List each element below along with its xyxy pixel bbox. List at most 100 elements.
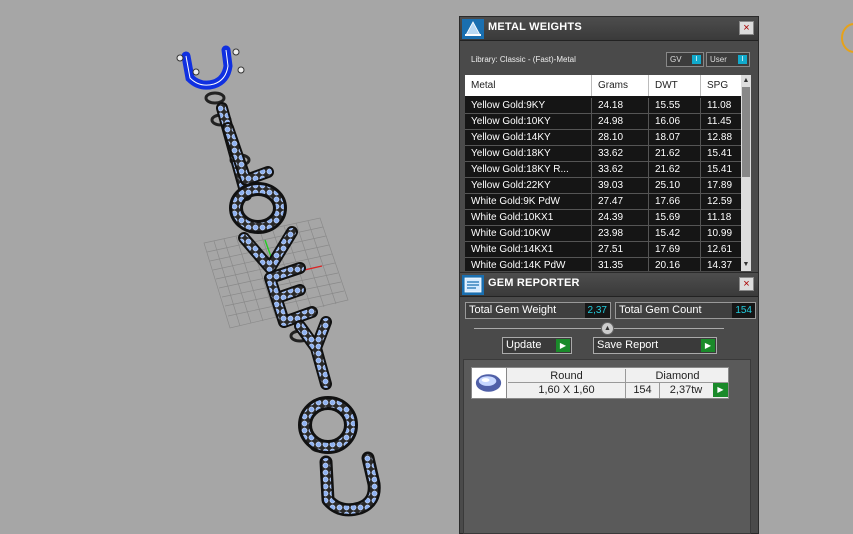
cell-spg: 10.99: [707, 228, 733, 239]
divider: [474, 328, 724, 329]
table-row[interactable]: Yellow Gold:10KY 24.98 16.06 11.45: [465, 114, 741, 130]
update-button[interactable]: Update ▶: [502, 337, 572, 354]
cell-dwt: 20.16: [649, 258, 701, 271]
gv-toggle[interactable]: GV I: [666, 52, 704, 67]
cell-metal: White Gold:14K PdW: [465, 258, 592, 271]
close-icon[interactable]: ×: [739, 21, 754, 35]
gv-toggle-knob: I: [692, 55, 701, 64]
table-row[interactable]: Yellow Gold:18KY 33.62 21.62 15.41: [465, 146, 741, 162]
save-report-button[interactable]: Save Report ▶: [593, 337, 717, 354]
cell-metal: White Gold:10KW: [465, 226, 592, 241]
total-gem-weight-label: Total Gem Weight: [469, 304, 557, 316]
cell-grams: 24.18: [592, 98, 649, 113]
cell-metal: Yellow Gold:9KY: [465, 98, 592, 113]
gem-size: 1,60 X 1,60: [508, 383, 626, 398]
user-toggle[interactable]: User I: [706, 52, 750, 67]
selected-object-icon[interactable]: [836, 18, 853, 58]
play-icon[interactable]: ▶: [713, 383, 728, 397]
gem-material: Diamond: [626, 369, 729, 383]
cell-dwt: 21.62: [649, 162, 701, 177]
cell-spg: 12.59: [707, 196, 733, 207]
metal-weights-title: METAL WEIGHTS: [488, 21, 582, 33]
cell-spg: 15.41: [707, 148, 733, 159]
play-icon: ▶: [556, 339, 570, 352]
table-row[interactable]: White Gold:10KW 23.98 15.42 10.99: [465, 226, 741, 242]
user-toggle-knob: I: [738, 55, 747, 64]
cell-spg: 12.88: [707, 132, 733, 143]
table-row[interactable]: White Gold:10KX1 24.39 15.69 11.18: [465, 210, 741, 226]
cell-spg: 15.41: [707, 164, 733, 175]
table-row[interactable]: White Gold:14K PdW 31.35 20.16 14.37: [465, 258, 741, 271]
column-header-grams[interactable]: Grams: [592, 75, 649, 96]
cell-metal: Yellow Gold:14KY: [465, 130, 592, 145]
cell-metal: White Gold:10KX1: [465, 210, 592, 225]
cell-dwt: 15.42: [649, 226, 701, 241]
cell-spg: 11.08: [707, 100, 732, 111]
total-gem-count-value: 154: [732, 303, 755, 318]
table-row[interactable]: Yellow Gold:9KY 24.18 15.55 11.08: [465, 98, 741, 114]
total-gem-weight-value: 2,37: [584, 303, 610, 318]
gem-row[interactable]: Round 1,60 X 1,60 Diamond 154 2,37tw ▶: [471, 367, 729, 399]
collapse-icon[interactable]: ▲: [601, 322, 614, 335]
cell-spg: 11.18: [707, 212, 732, 223]
scroll-down-icon[interactable]: ▼: [741, 260, 751, 270]
column-header-dwt[interactable]: DWT: [649, 75, 701, 96]
table-row[interactable]: Yellow Gold:22KY 39.03 25.10 17.89: [465, 178, 741, 194]
metal-table-scrollbar[interactable]: ▲ ▼: [741, 75, 751, 271]
gem-reporter-titlebar[interactable]: GEM REPORTER ×: [460, 273, 758, 297]
metal-weights-titlebar[interactable]: METAL WEIGHTS ×: [460, 17, 758, 41]
scroll-thumb[interactable]: [742, 87, 750, 177]
cell-spg: 12.61: [707, 244, 733, 255]
gem-reporter-panel: GEM REPORTER × Total Gem Weight 2,37 Tot…: [459, 272, 759, 534]
table-row[interactable]: Yellow Gold:18KY R... 33.62 21.62 15.41: [465, 162, 741, 178]
user-toggle-label: User: [710, 55, 727, 64]
cell-dwt: 16.06: [649, 114, 701, 129]
table-row[interactable]: Yellow Gold:14KY 28.10 18.07 12.88: [465, 130, 741, 146]
cell-grams: 27.51: [592, 242, 649, 257]
cell-grams: 33.62: [592, 162, 649, 177]
cell-spg: 11.45: [707, 116, 732, 127]
cell-metal: Yellow Gold:22KY: [465, 178, 592, 193]
cell-grams: 24.98: [592, 114, 649, 129]
scroll-up-icon[interactable]: ▲: [741, 76, 751, 86]
gem-count: 154: [626, 383, 660, 398]
table-row[interactable]: White Gold:9K PdW 27.47 17.66 12.59: [465, 194, 741, 210]
cell-metal: Yellow Gold:10KY: [465, 114, 592, 129]
total-gem-count: Total Gem Count 154: [615, 302, 756, 319]
cell-grams: 39.03: [592, 178, 649, 193]
cell-spg: 14.37: [707, 260, 733, 271]
cell-grams: 24.39: [592, 210, 649, 225]
letters: [216, 102, 381, 517]
gem-list[interactable]: Round 1,60 X 1,60 Diamond 154 2,37tw ▶: [463, 359, 751, 534]
cell-dwt: 15.69: [649, 210, 701, 225]
round-gem-icon: [472, 368, 507, 398]
cell-dwt: 17.69: [649, 242, 701, 257]
cell-dwt: 17.66: [649, 194, 701, 209]
close-icon[interactable]: ×: [739, 277, 754, 291]
cell-spg: 17.89: [707, 180, 733, 191]
column-header-metal[interactable]: Metal: [465, 75, 592, 96]
cell-dwt: 18.07: [649, 130, 701, 145]
cell-grams: 33.62: [592, 146, 649, 161]
ring-model-svg[interactable]: [0, 0, 460, 534]
library-label: Library: Classic - (Fast)-Metal: [471, 55, 576, 64]
metal-weights-panel: METAL WEIGHTS × Library: Classic - (Fast…: [459, 16, 759, 274]
cell-dwt: 21.62: [649, 146, 701, 161]
total-gem-count-label: Total Gem Count: [619, 304, 702, 316]
cell-dwt: 25.10: [649, 178, 701, 193]
column-header-spg[interactable]: SPG: [701, 75, 741, 96]
table-row[interactable]: White Gold:14KX1 27.51 17.69 12.61: [465, 242, 741, 258]
cell-metal: White Gold:14KX1: [465, 242, 592, 257]
cell-metal: Yellow Gold:18KY: [465, 146, 592, 161]
save-report-button-label: Save Report: [597, 339, 659, 351]
gem-reporter-title: GEM REPORTER: [488, 277, 580, 289]
metal-table[interactable]: Metal Grams DWT SPG Yellow Gold:9KY 24.18…: [465, 75, 751, 271]
update-button-label: Update: [506, 339, 542, 351]
gem-reporter-icon: [462, 275, 484, 295]
metal-table-header: Metal Grams DWT SPG: [465, 75, 741, 96]
total-gem-weight: Total Gem Weight 2,37: [465, 302, 611, 319]
cell-dwt: 15.55: [649, 98, 701, 113]
play-icon: ▶: [701, 339, 715, 352]
gv-toggle-label: GV: [670, 55, 682, 64]
cell-grams: 31.35: [592, 258, 649, 271]
